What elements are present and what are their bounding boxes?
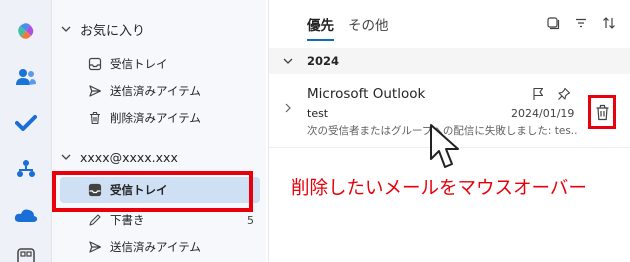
favorites-header[interactable]: お気に入り — [52, 16, 266, 42]
favorite-inbox[interactable]: 受信トレイ — [60, 51, 260, 77]
chevron-down-icon — [52, 24, 80, 34]
list-toolbar — [546, 16, 616, 30]
apps-icon[interactable] — [11, 242, 41, 262]
filter-icon[interactable] — [574, 16, 588, 30]
people-icon[interactable] — [11, 62, 41, 92]
folder-pane: お気に入り 受信トレイ 送信済みアイテム 削除済みアイテム xxxx@xxxx.… — [52, 0, 266, 262]
folder-label: 下書き — [110, 213, 145, 227]
favorite-deleted[interactable]: 削除済みアイテム — [60, 105, 260, 131]
copilot-icon[interactable] — [11, 16, 41, 46]
folder-label: 受信トレイ — [110, 57, 168, 71]
chevron-down-icon — [269, 56, 307, 66]
account-header[interactable]: xxxx@xxxx.xxx — [52, 144, 266, 170]
inbox-tabs: 優先 その他 — [307, 14, 389, 41]
drafts-count: 5 — [247, 213, 254, 227]
folder-label: 送信済みアイテム — [110, 240, 201, 254]
inbox-icon — [80, 57, 110, 71]
chevron-down-icon — [52, 152, 80, 162]
tab-focused[interactable]: 優先 — [307, 14, 334, 41]
group-label: 2024 — [307, 54, 340, 68]
sort-icon[interactable] — [602, 16, 616, 30]
pin-icon[interactable] — [557, 86, 571, 105]
mail-subject: test — [307, 107, 329, 120]
drafts-icon — [80, 213, 110, 227]
tab-other[interactable]: その他 — [348, 14, 389, 41]
sent-icon — [80, 84, 110, 98]
flag-icon[interactable] — [531, 86, 545, 105]
chevron-right-icon[interactable] — [283, 98, 293, 117]
sent-icon — [80, 240, 110, 254]
favorite-sent[interactable]: 送信済みアイテム — [60, 78, 260, 104]
onedrive-icon[interactable] — [11, 200, 41, 230]
favorites-label: お気に入り — [80, 23, 146, 39]
app-rail — [0, 0, 52, 262]
trash-icon — [80, 111, 110, 125]
todo-icon[interactable] — [11, 108, 41, 138]
select-mode-icon[interactable] — [546, 16, 560, 30]
trash-icon — [595, 104, 610, 121]
annotation-text: 削除したいメールをマウスオーバー — [291, 178, 587, 199]
account-label: xxxx@xxxx.xxx — [80, 149, 178, 165]
date-group-header[interactable]: 2024 — [269, 48, 630, 74]
mail-date: 2024/01/19 — [511, 107, 575, 120]
mouse-cursor-icon — [428, 123, 468, 175]
account-sent[interactable]: 送信済みアイテム — [60, 234, 260, 260]
folder-label: 削除済みアイテム — [110, 111, 201, 125]
mail-sender: Microsoft Outlook — [307, 86, 426, 102]
folder-label: 送信済みアイテム — [110, 84, 201, 98]
delete-button[interactable] — [588, 95, 616, 129]
org-explorer-icon[interactable] — [11, 154, 41, 184]
highlight-box-inbox — [52, 171, 253, 212]
